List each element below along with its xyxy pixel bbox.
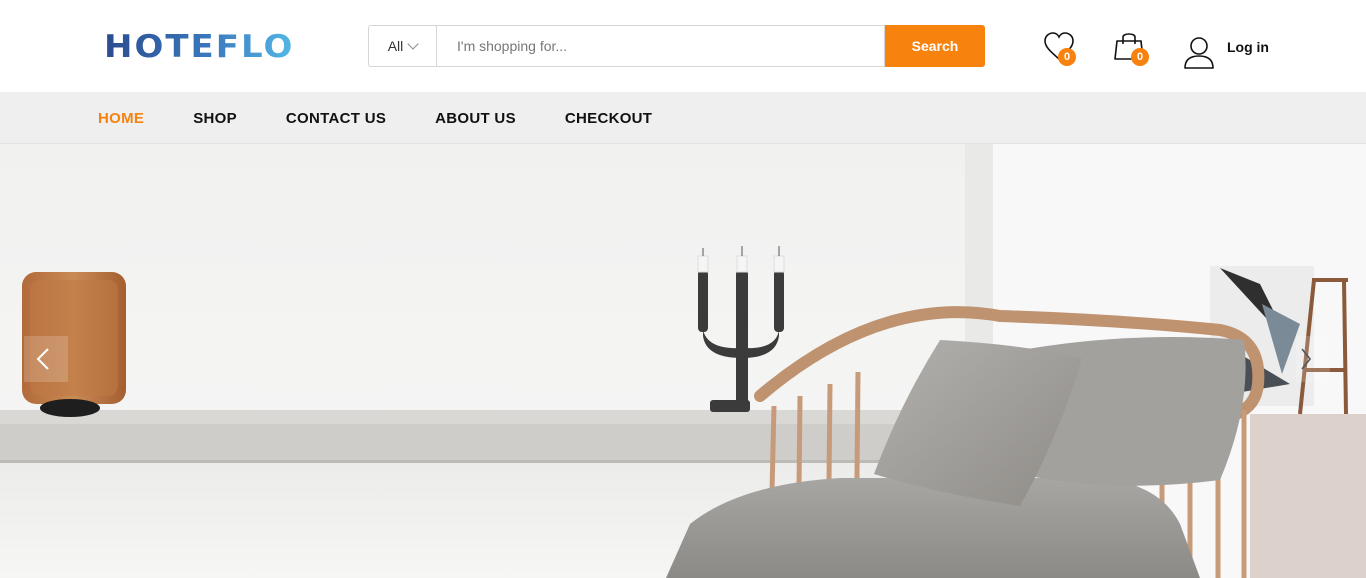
search-bar: All Search xyxy=(368,25,985,67)
hero-slider xyxy=(0,144,1366,578)
site-logo[interactable]: HOTEFLO xyxy=(104,30,294,64)
logo-text: HOTEFLO xyxy=(104,28,295,66)
wishlist-count-badge: 0 xyxy=(1058,48,1076,66)
nav-item-shop[interactable]: SHOP xyxy=(193,110,237,127)
slider-next-arrow[interactable] xyxy=(1296,336,1330,382)
nav-item-checkout[interactable]: CHECKOUT xyxy=(565,110,652,127)
search-category-select[interactable]: All xyxy=(368,25,436,67)
user-icon xyxy=(1184,37,1214,69)
login-link[interactable]: Log in xyxy=(1183,36,1269,70)
chevron-down-icon xyxy=(407,38,419,50)
hero-banner-image xyxy=(0,144,1366,578)
cart-button[interactable]: 0 xyxy=(1113,30,1149,66)
nav-item-contact-us[interactable]: CONTACT US xyxy=(286,110,386,127)
main-nav: HOME SHOP CONTACT US ABOUT US CHECKOUT xyxy=(0,92,1366,144)
nav-item-about-us[interactable]: ABOUT US xyxy=(435,110,516,127)
login-label: Log in xyxy=(1227,39,1269,55)
search-category-value: All xyxy=(387,38,404,54)
cart-count-badge: 0 xyxy=(1131,48,1149,66)
wishlist-button[interactable]: 0 xyxy=(1043,31,1077,66)
slider-prev-arrow[interactable] xyxy=(24,336,68,382)
site-header: HOTEFLO All Search 0 0 Log in xyxy=(0,0,1366,92)
search-input[interactable] xyxy=(436,25,885,67)
search-button[interactable]: Search xyxy=(885,25,985,67)
nav-item-home[interactable]: HOME xyxy=(98,110,144,127)
